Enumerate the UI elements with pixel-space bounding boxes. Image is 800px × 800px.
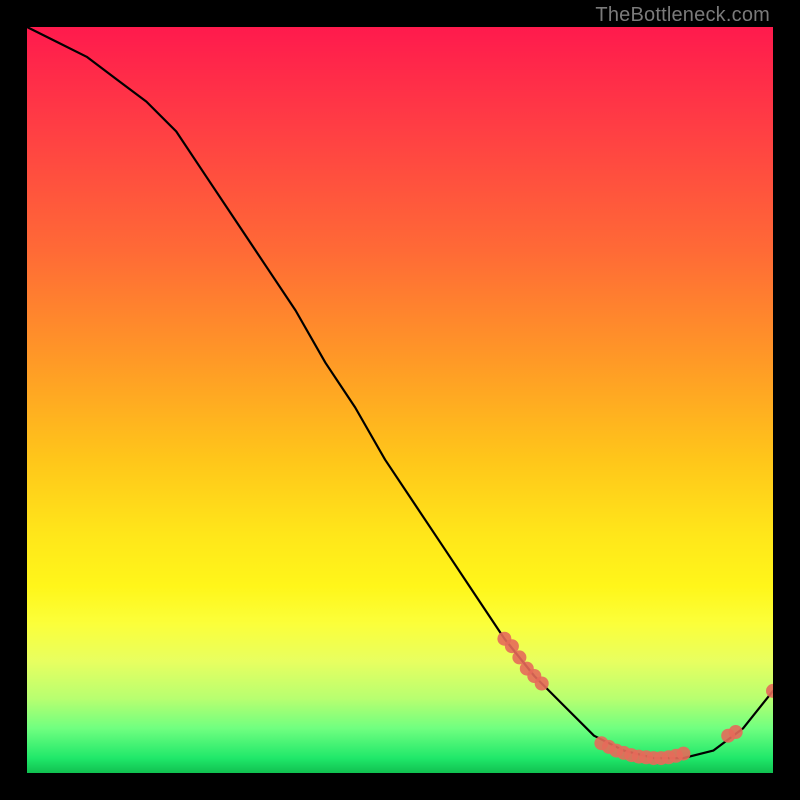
chart-marker (535, 677, 549, 691)
plot-area (27, 27, 773, 773)
chart-line (27, 27, 773, 758)
chart-markers (497, 632, 773, 765)
watermark-label: TheBottleneck.com (595, 4, 770, 27)
chart-marker (766, 684, 773, 698)
chart-marker (677, 747, 691, 761)
chart-marker (729, 725, 743, 739)
chart-frame: TheBottleneck.com (0, 0, 800, 800)
chart-svg (27, 27, 773, 773)
